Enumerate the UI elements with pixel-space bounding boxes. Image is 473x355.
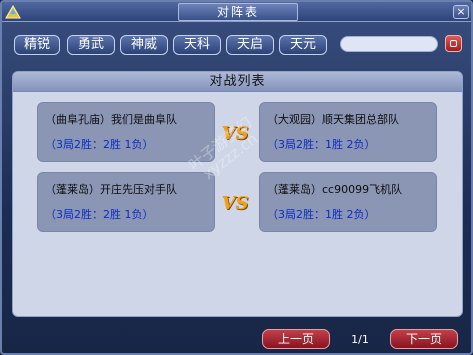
prev-page-button[interactable]: 上一页 [262, 329, 330, 349]
close-button[interactable]: × [453, 5, 469, 19]
team-record: （3局2胜：2胜 1负） [45, 138, 154, 151]
panel-title: 对战列表 [13, 72, 462, 92]
page-indicator: 1/1 [351, 333, 369, 346]
match-card-right[interactable]: （蓬莱岛）cc90099飞机队 （3局2胜：1胜 2负） [259, 172, 437, 232]
team-name: （曲阜孔庙）我们是曲阜队 [45, 113, 177, 126]
match-card-left[interactable]: （曲阜孔庙）我们是曲阜队 （3局2胜：2胜 1负） [37, 102, 215, 162]
tab-shenwei[interactable]: 神威 [120, 35, 168, 55]
tab-jingrui[interactable]: 精锐 [14, 35, 60, 55]
window-title: 对阵表 [178, 3, 298, 21]
window-logo-icon [5, 5, 21, 19]
tab-tianke[interactable]: 天科 [173, 35, 221, 55]
title-bar[interactable]: 对阵表 × [2, 2, 471, 22]
search-input[interactable] [340, 36, 438, 52]
team-record: （3局2胜：1胜 2负） [267, 208, 376, 221]
search-icon [450, 40, 457, 47]
next-page-button[interactable]: 下一页 [390, 329, 458, 349]
search-button[interactable] [445, 35, 462, 52]
team-name: （蓬莱岛）cc90099飞机队 [267, 183, 403, 196]
tab-tianyuan[interactable]: 天元 [279, 35, 327, 55]
match-table-window: 对阵表 × 精锐 勇武 神威 天科 天启 天元 对战列表 （曲阜孔庙）我们是曲阜… [0, 0, 473, 355]
tab-tianqi[interactable]: 天启 [226, 35, 274, 55]
tab-yongwu[interactable]: 勇武 [67, 35, 115, 55]
team-record: （3局2胜：2胜 1负） [45, 208, 154, 221]
